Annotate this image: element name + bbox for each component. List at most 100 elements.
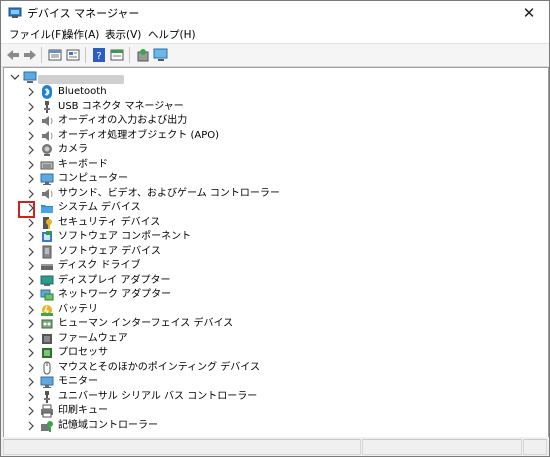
show-hidden-icon[interactable] bbox=[65, 47, 81, 63]
status-cell bbox=[362, 439, 522, 455]
chevron-right-icon[interactable] bbox=[26, 159, 36, 171]
device-category-label: サウンド、ビデオ、およびゲーム コントローラー bbox=[58, 187, 280, 199]
device-category-item[interactable]: ネットワーク アダプター bbox=[4, 288, 524, 302]
device-category-label: Bluetooth bbox=[58, 86, 107, 97]
device-category-label: ファームウェア bbox=[58, 332, 128, 344]
device-category-label: ディスプレイ アダプター bbox=[58, 274, 171, 286]
chevron-right-icon[interactable] bbox=[26, 130, 36, 142]
chevron-right-icon[interactable] bbox=[26, 420, 36, 432]
speaker-icon bbox=[42, 130, 53, 141]
device-category-label: オーディオの入力および出力 bbox=[58, 115, 188, 126]
back-arrow-icon[interactable] bbox=[5, 47, 21, 63]
device-category-label: ディスク ドライブ bbox=[58, 260, 141, 271]
device-category-item[interactable]: サウンド、ビデオ、およびゲーム コントローラー bbox=[4, 187, 524, 201]
close-button[interactable]: ✕ bbox=[509, 1, 549, 27]
status-cell bbox=[523, 439, 547, 455]
menu-bar: ファイル(F) 操作(A) 表示(V) ヘルプ(H) bbox=[1, 27, 549, 43]
chevron-down-icon[interactable] bbox=[10, 71, 20, 83]
usb-icon bbox=[44, 100, 50, 113]
device-category-item[interactable]: バッテリ bbox=[4, 303, 524, 317]
device-category-item[interactable]: ソフトウェア デバイス bbox=[4, 245, 524, 259]
speaker-icon bbox=[42, 116, 53, 126]
chevron-right-icon[interactable] bbox=[26, 173, 36, 185]
device-category-label: ソフトウェア デバイス bbox=[58, 245, 161, 257]
chevron-right-icon[interactable] bbox=[26, 318, 36, 330]
chevron-right-icon[interactable] bbox=[26, 231, 36, 243]
device-category-label: オーディオ処理オブジェクト (APO) bbox=[58, 129, 220, 141]
toolbar: ? bbox=[1, 43, 549, 67]
properties-icon[interactable] bbox=[47, 47, 63, 63]
chevron-right-icon[interactable] bbox=[26, 188, 36, 200]
device-category-label: バッテリ bbox=[58, 303, 98, 315]
menu-file[interactable]: ファイル(F) bbox=[9, 28, 65, 42]
chevron-right-icon[interactable] bbox=[26, 304, 36, 316]
highlight-box bbox=[18, 201, 35, 218]
toolbar-separator bbox=[41, 47, 42, 63]
firmware-icon bbox=[42, 333, 52, 344]
device-category-item[interactable]: ヒューマン インターフェイス デバイス bbox=[4, 317, 524, 331]
chevron-right-icon[interactable] bbox=[26, 362, 36, 374]
device-category-item[interactable]: カメラ bbox=[4, 143, 524, 157]
chevron-right-icon[interactable] bbox=[26, 289, 36, 301]
keyboard-icon bbox=[40, 161, 54, 169]
window-title: デバイス マネージャー bbox=[27, 7, 140, 20]
menu-action[interactable]: 操作(A) bbox=[63, 28, 99, 42]
device-category-label: セキュリティ デバイス bbox=[58, 216, 161, 228]
chevron-right-icon[interactable] bbox=[26, 275, 36, 287]
device-category-item[interactable]: Bluetooth bbox=[4, 85, 524, 99]
chevron-right-icon[interactable] bbox=[26, 333, 36, 345]
device-category-label: ユニバーサル シリアル バス コントローラー bbox=[58, 390, 258, 402]
device-category-item[interactable]: プロセッサ bbox=[4, 346, 524, 360]
device-category-item[interactable]: USB コネクタ マネージャー bbox=[4, 100, 524, 114]
device-category-item[interactable]: オーディオ処理オブジェクト (APO) bbox=[4, 129, 524, 143]
device-category-item[interactable]: ソフトウェア コンポーネント bbox=[4, 230, 524, 244]
device-category-item[interactable]: ファームウェア bbox=[4, 332, 524, 346]
chevron-right-icon[interactable] bbox=[26, 260, 36, 272]
device-category-item[interactable]: ディスプレイ アダプター bbox=[4, 274, 524, 288]
battery-icon bbox=[41, 304, 53, 316]
chevron-right-icon[interactable] bbox=[26, 405, 36, 417]
usb-icon bbox=[44, 390, 50, 403]
device-category-item[interactable]: コンピューター bbox=[4, 172, 524, 186]
chevron-right-icon[interactable] bbox=[26, 347, 36, 359]
software-device-icon bbox=[42, 245, 52, 258]
printer-icon bbox=[41, 404, 53, 418]
device-category-item[interactable]: システム デバイス bbox=[4, 201, 524, 215]
toolbar-separator bbox=[129, 47, 130, 63]
chevron-right-icon[interactable] bbox=[26, 217, 36, 229]
menu-help[interactable]: ヘルプ(H) bbox=[148, 28, 196, 42]
forward-arrow-icon[interactable] bbox=[22, 47, 38, 63]
scan-hardware-icon[interactable] bbox=[153, 47, 169, 63]
bluetooth-icon bbox=[42, 85, 52, 99]
device-manager-icon bbox=[8, 7, 22, 18]
device-category-item[interactable]: ディスク ドライブ bbox=[4, 259, 524, 273]
device-category-label: キーボード bbox=[58, 158, 108, 170]
device-category-label: コンピューター bbox=[58, 173, 128, 184]
status-bar bbox=[1, 437, 549, 456]
computer-name-redacted bbox=[38, 75, 124, 84]
device-category-item[interactable]: 記憶域コントローラー bbox=[4, 419, 524, 433]
chevron-right-icon[interactable] bbox=[26, 115, 36, 127]
device-category-item[interactable]: 印刷キュー bbox=[4, 404, 524, 418]
menu-view[interactable]: 表示(V) bbox=[105, 28, 141, 42]
device-category-item[interactable]: オーディオの入力および出力 bbox=[4, 114, 524, 128]
hid-icon bbox=[41, 319, 53, 329]
device-category-item[interactable]: セキュリティ デバイス bbox=[4, 216, 524, 230]
help-icon[interactable]: ? bbox=[91, 47, 107, 63]
view-list-icon[interactable] bbox=[109, 47, 125, 63]
computer-node[interactable] bbox=[4, 70, 524, 84]
device-category-item[interactable]: キーボード bbox=[4, 158, 524, 172]
chevron-right-icon[interactable] bbox=[26, 101, 36, 113]
update-driver-icon[interactable] bbox=[135, 47, 151, 63]
chevron-right-icon[interactable] bbox=[26, 246, 36, 258]
device-manager-window: デバイス マネージャー ✕ ファイル(F) 操作(A) 表示(V) ヘルプ(H) bbox=[0, 0, 550, 457]
device-category-label: モニター bbox=[58, 376, 98, 387]
device-category-item[interactable]: モニター bbox=[4, 375, 524, 389]
chevron-right-icon[interactable] bbox=[26, 144, 36, 156]
device-category-label: プロセッサ bbox=[58, 347, 108, 358]
device-category-item[interactable]: マウスとそのほかのポインティング デバイス bbox=[4, 361, 524, 375]
chevron-right-icon[interactable] bbox=[26, 391, 36, 403]
device-category-item[interactable]: ユニバーサル シリアル バス コントローラー bbox=[4, 390, 524, 404]
chevron-right-icon[interactable] bbox=[26, 86, 36, 98]
chevron-right-icon[interactable] bbox=[26, 376, 36, 388]
